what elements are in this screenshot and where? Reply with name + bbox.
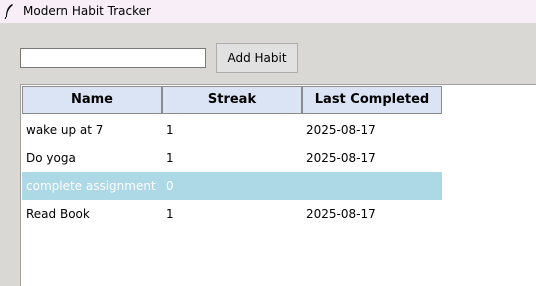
habit-name-cell: Do yoga — [26, 151, 76, 165]
column-header-streak[interactable]: Streak — [162, 86, 302, 114]
streak-cell: 1 — [166, 123, 174, 137]
window-title: Modern Habit Tracker — [23, 4, 151, 18]
last-completed-cell: 2025-08-17 — [306, 123, 376, 137]
column-header-last-completed[interactable]: Last Completed — [302, 86, 442, 114]
last-completed-cell: 2025-08-17 — [306, 151, 376, 165]
habit-name-cell: complete assignment — [26, 179, 156, 193]
feather-icon — [4, 4, 13, 19]
column-header-name[interactable]: Name — [22, 86, 162, 114]
habit-name-cell: Read Book — [26, 207, 90, 221]
habit-name-cell: wake up at 7 — [26, 123, 104, 137]
table-row[interactable]: wake up at 7 1 2025-08-17 — [22, 116, 442, 144]
streak-cell: 1 — [166, 151, 174, 165]
streak-cell: 1 — [166, 207, 174, 221]
table-row[interactable]: Do yoga 1 2025-08-17 — [22, 144, 442, 172]
streak-cell: 0 — [166, 179, 174, 193]
habit-name-input[interactable] — [20, 48, 206, 68]
table-row[interactable]: Read Book 1 2025-08-17 — [22, 200, 442, 228]
table-row-selected[interactable]: complete assignment 0 — [22, 172, 442, 200]
add-habit-button[interactable]: Add Habit — [216, 43, 298, 73]
title-bar: Modern Habit Tracker — [0, 0, 536, 23]
last-completed-cell: 2025-08-17 — [306, 207, 376, 221]
